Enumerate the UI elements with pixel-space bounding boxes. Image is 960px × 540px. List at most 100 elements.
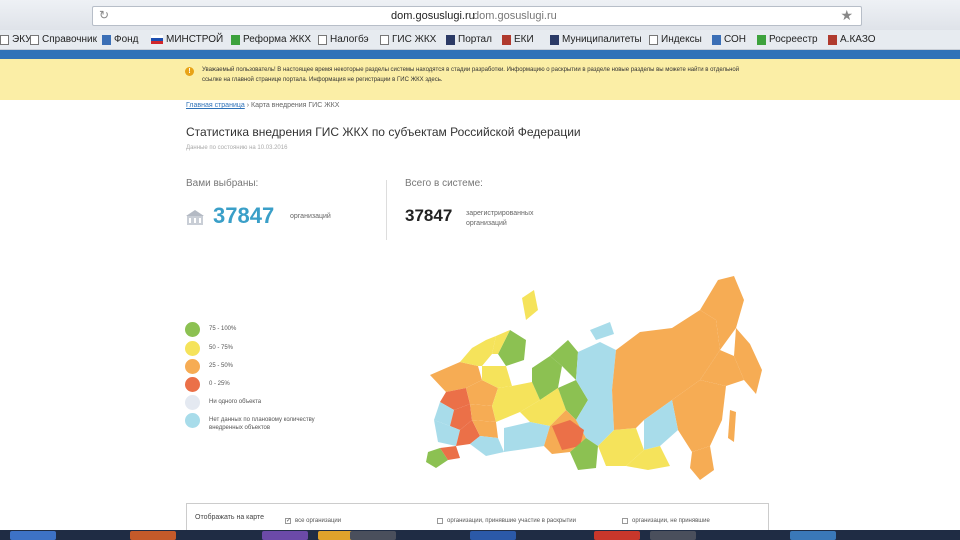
bookmark-label: Реформа ЖКХ (243, 34, 312, 45)
legend-swatch (185, 395, 200, 410)
bookmark-item[interactable]: Портал (446, 34, 492, 45)
bookmark-label: Муниципалитеты (562, 34, 642, 45)
map-region-novaya-zemlya[interactable] (522, 290, 538, 320)
map-region-taymyr-island[interactable] (590, 322, 614, 340)
total-label: Всего в системе: (405, 178, 483, 189)
taskbar-app-3[interactable] (262, 531, 308, 540)
chosen-count: 37847 (213, 203, 275, 228)
filter-title: Отображать на карте (195, 514, 265, 521)
red-icon (502, 34, 511, 45)
bookmark-item[interactable]: А.КАЗО (828, 34, 876, 45)
taskbar-app-1[interactable] (10, 531, 56, 540)
filter-option-all-checkbox[interactable]: ✓ (285, 518, 291, 524)
bookmark-item[interactable]: Росреестр (757, 34, 818, 45)
fund-icon (102, 34, 111, 45)
bookmark-item[interactable]: МИНСТРОЙ (151, 34, 223, 45)
bookmark-item[interactable]: Справочник (30, 34, 97, 45)
building-icon (186, 210, 204, 225)
page-title: Статистика внедрения ГИС ЖКХ по субъекта… (186, 125, 581, 139)
breadcrumb-home-link[interactable]: Главная страница (186, 102, 245, 109)
bookmark-label: ГИС ЖКХ (392, 34, 437, 45)
red-icon (828, 34, 837, 45)
bookmark-label: МИНСТРОЙ (166, 34, 224, 45)
taskbar-app-6[interactable] (470, 531, 516, 540)
map-region-central-6[interactable] (470, 404, 496, 422)
bookmark-label: Индексы (661, 34, 702, 45)
filter-option-participated-checkbox[interactable] (437, 518, 443, 524)
legend-item: 75 - 100% (185, 322, 319, 337)
filter-option-participated-label: организации, принявшие участие в раскрыт… (447, 518, 576, 524)
legend-item: Нет данных по плановому количеству внедр… (185, 413, 319, 432)
legend-label: 75 - 100% (209, 326, 237, 332)
chosen-label: Вами выбраны: (186, 178, 259, 189)
bookmark-item[interactable]: ЕКИ (502, 34, 534, 45)
url-host: dom.gosuslugi.ru (391, 10, 475, 22)
ru-flag-icon (151, 35, 163, 44)
chosen-unit: организаций (290, 213, 331, 220)
legend-item: 25 - 50% (185, 359, 319, 374)
bookmark-label: ЕКИ (514, 34, 534, 45)
doc-icon (649, 34, 658, 45)
warning-banner: ! Уважаемый пользователь! В настоящее вр… (0, 59, 960, 100)
filter-option-not-participated[interactable]: организации, не принявшие (622, 518, 710, 524)
bookmark-item[interactable]: СОН (712, 34, 746, 45)
bookmark-label: Справочник (42, 34, 97, 45)
stats-divider (386, 180, 387, 240)
map-region-sakhalin[interactable] (728, 410, 736, 442)
bookmark-label: Налогбэ (330, 34, 369, 45)
bookmark-item[interactable]: Фонд (102, 34, 139, 45)
os-taskbar (0, 530, 960, 540)
blue-icon (712, 34, 721, 45)
emblem-icon (446, 34, 455, 45)
taskbar-app-2[interactable] (130, 531, 176, 540)
dark-icon (550, 34, 559, 45)
doc-icon (30, 34, 39, 45)
doc-icon (318, 34, 327, 45)
site-header-strip (0, 50, 960, 59)
bookmark-label: Портал (458, 34, 492, 45)
filter-option-all-label: все организации (295, 518, 342, 524)
taskbar-app-5[interactable] (350, 531, 396, 540)
map-region-kamchatka[interactable] (734, 328, 762, 394)
warning-text: Уважаемый пользователь! В настоящее врем… (202, 67, 740, 83)
map-region-karelia[interactable] (460, 336, 496, 366)
bookmark-label: Фонд (114, 34, 139, 45)
bookmark-item[interactable]: ЭКУ (0, 34, 31, 45)
bookmark-item[interactable]: Муниципалитеты (550, 34, 642, 45)
map-region-ural-2[interactable] (504, 422, 550, 452)
bookmark-label: А.КАЗО (840, 34, 876, 45)
breadcrumb: Главная страница › Карта внедрения ГИС Ж… (186, 102, 339, 109)
filter-option-not-participated-label: организации, не принявшие (632, 518, 710, 524)
page-subtitle: Данные по состоянию на 10.03.2016 (186, 145, 288, 151)
filter-option-not-participated-checkbox[interactable] (622, 518, 628, 524)
russia-regions-map[interactable] (400, 270, 775, 485)
legend-swatch (185, 377, 200, 392)
taskbar-app-7[interactable] (594, 531, 640, 540)
legend-item: 50 - 75% (185, 341, 319, 356)
doc-icon (380, 34, 389, 45)
bookmark-label: ЭКУ (12, 34, 32, 45)
legend-label: Нет данных по плановому количеству внедр… (209, 417, 315, 431)
address-bar[interactable]: ↻ dom.gosuslugi.ru dom.gosuslugi.ru ★ (92, 6, 862, 26)
bookmark-item[interactable]: Налогбэ (318, 34, 369, 45)
browser-toolbar: ↻ dom.gosuslugi.ru dom.gosuslugi.ru ★ (0, 0, 960, 30)
legend-label: 25 - 50% (209, 363, 234, 369)
total-count: 37847 (405, 206, 453, 225)
total-unit: зарегистрированных организаций (466, 210, 534, 227)
bookmark-label: СОН (724, 34, 747, 45)
legend-label: Ни одного объекта (209, 399, 262, 405)
bookmark-item[interactable]: Индексы (649, 34, 702, 45)
bookmark-label: Росреестр (769, 34, 818, 45)
url-path: dom.gosuslugi.ru (473, 10, 557, 22)
filter-option-all[interactable]: ✓ все организации (285, 518, 341, 524)
warning-icon: ! (185, 67, 194, 76)
legend-swatch (185, 413, 200, 428)
bookmark-item[interactable]: Реформа ЖКХ (231, 34, 311, 45)
taskbar-app-8[interactable] (650, 531, 696, 540)
bookmark-item[interactable]: ГИС ЖКХ (380, 34, 436, 45)
taskbar-app-9[interactable] (790, 531, 836, 540)
legend-swatch (185, 322, 200, 337)
bookmark-star-icon[interactable]: ★ (840, 7, 853, 24)
filter-option-participated[interactable]: организации, принявшие участие в раскрыт… (437, 518, 576, 524)
reload-icon[interactable]: ↻ (99, 8, 109, 22)
